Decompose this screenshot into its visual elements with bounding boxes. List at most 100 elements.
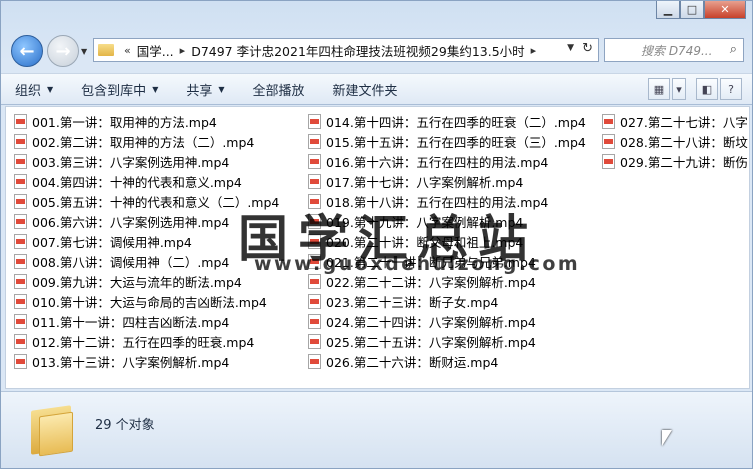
file-item[interactable]: 011.第十一讲：四柱吉凶断法.mp4	[14, 311, 279, 331]
file-name: 026.第二十六讲：断财运.mp4	[326, 354, 499, 370]
video-file-icon	[602, 113, 615, 129]
video-file-icon	[14, 253, 27, 269]
search-input[interactable]: 搜索 D749... ⌕	[604, 38, 744, 62]
mouse-cursor-icon	[662, 430, 672, 446]
explorer-window: ▁ □ ✕ ← → ▼ « 国学... ▸ D7497 李计忠2021年四柱命理…	[0, 0, 753, 469]
file-name: 008.第八讲：调候用神（二）.mp4	[32, 254, 230, 270]
file-name: 007.第七讲：调候用神.mp4	[32, 234, 192, 250]
file-item[interactable]: 012.第十二讲：五行在四季的旺衰.mp4	[14, 331, 279, 351]
view-dropdown-icon[interactable]: ▾	[672, 78, 686, 100]
video-file-icon	[14, 213, 27, 229]
new-folder-button[interactable]: 新建文件夹	[319, 80, 412, 99]
file-item[interactable]: 009.第九讲：大运与流年的断法.mp4	[14, 271, 279, 291]
details-pane: 29 个对象	[1, 391, 752, 468]
file-name: 025.第二十五讲：八字案例解析.mp4	[326, 334, 536, 350]
watermark-url: www.guoxdehuizong.com	[254, 253, 581, 275]
file-item[interactable]: 015.第十五讲：五行在四季的旺衰（三）.mp4	[308, 131, 586, 151]
recent-pages-dropdown-icon[interactable]: ▼	[81, 47, 87, 56]
file-item[interactable]: 025.第二十五讲：八字案例解析.mp4	[308, 331, 586, 351]
file-item[interactable]: 026.第二十六讲：断财运.mp4	[308, 351, 586, 371]
video-file-icon	[308, 173, 321, 189]
caption-buttons: ▁ □ ✕	[656, 1, 746, 19]
chevron-down-icon: ▼	[152, 84, 159, 94]
file-name: 027.第二十七讲：八字	[620, 114, 748, 130]
file-name: 006.第六讲：八字案例选用神.mp4	[32, 214, 230, 230]
file-item[interactable]: 023.第二十三讲：断子女.mp4	[308, 291, 586, 311]
video-file-icon	[14, 153, 27, 169]
close-button[interactable]: ✕	[704, 1, 746, 19]
file-column-3: 027.第二十七讲：八字 028.第二十八讲：断坟 029.第二十九讲：断伤	[602, 111, 748, 171]
address-history-dropdown-icon[interactable]: ▼	[567, 43, 574, 53]
file-item[interactable]: 013.第十三讲：八字案例解析.mp4	[14, 351, 279, 371]
video-file-icon	[308, 133, 321, 149]
address-bar[interactable]: « 国学... ▸ D7497 李计忠2021年四柱命理技法班视频29集约13.…	[93, 38, 599, 62]
chevron-down-icon: ▼	[47, 84, 54, 94]
file-item[interactable]: 024.第二十四讲：八字案例解析.mp4	[308, 311, 586, 331]
video-file-icon	[14, 273, 27, 289]
video-file-icon	[14, 133, 27, 149]
chevron-down-icon: ▼	[218, 84, 225, 94]
view-options-icon[interactable]: ▦	[648, 78, 670, 100]
video-file-icon	[308, 353, 321, 369]
folder-icon	[98, 44, 114, 56]
minimize-button[interactable]: ▁	[656, 1, 680, 19]
command-bar: 组织 ▼ 包含到库中 ▼ 共享 ▼ 全部播放 新建文件夹 ▦ ▾ ◧ ?	[1, 73, 752, 105]
file-name: 024.第二十四讲：八字案例解析.mp4	[326, 314, 536, 330]
view-controls: ▦ ▾ ◧ ?	[648, 78, 742, 100]
file-item[interactable]: 016.第十六讲：五行在四柱的用法.mp4	[308, 151, 586, 171]
share-button[interactable]: 共享 ▼	[172, 80, 238, 99]
organize-label: 组织	[15, 83, 42, 99]
breadcrumb-item-current[interactable]: D7497 李计忠2021年四柱命理技法班视频29集约13.5小时	[191, 41, 524, 60]
folder-icon	[31, 405, 73, 457]
file-name: 003.第三讲：八字案例选用神.mp4	[32, 154, 230, 170]
breadcrumb-item-parent[interactable]: 国学...	[137, 41, 174, 60]
include-in-library-button[interactable]: 包含到库中 ▼	[67, 80, 172, 99]
search-icon[interactable]: ⌕	[730, 42, 737, 57]
file-item[interactable]: 017.第十七讲：八字案例解析.mp4	[308, 171, 586, 191]
video-file-icon	[308, 273, 321, 289]
file-item[interactable]: 001.第一讲：取用神的方法.mp4	[14, 111, 279, 131]
file-item[interactable]: 027.第二十七讲：八字	[602, 111, 748, 131]
file-name: 009.第九讲：大运与流年的断法.mp4	[32, 274, 242, 290]
file-item[interactable]: 004.第四讲：十神的代表和意义.mp4	[14, 171, 279, 191]
file-name: 010.第十讲：大运与命局的吉凶断法.mp4	[32, 294, 267, 310]
maximize-button[interactable]: □	[680, 1, 704, 19]
play-all-button[interactable]: 全部播放	[239, 80, 319, 99]
video-file-icon	[14, 193, 27, 209]
new-folder-label: 新建文件夹	[332, 83, 398, 99]
search-placeholder: 搜索 D749...	[641, 43, 713, 58]
include-label: 包含到库中	[81, 83, 147, 99]
refresh-icon[interactable]: ↻	[582, 41, 593, 56]
file-name: 017.第十七讲：八字案例解析.mp4	[326, 174, 524, 190]
file-name: 029.第二十九讲：断伤	[620, 154, 748, 170]
file-item[interactable]: 028.第二十八讲：断坟	[602, 131, 748, 151]
file-name: 015.第十五讲：五行在四季的旺衰（三）.mp4	[326, 134, 586, 150]
video-file-icon	[308, 293, 321, 309]
forward-button[interactable]: →	[47, 35, 79, 67]
file-name: 004.第四讲：十神的代表和意义.mp4	[32, 174, 242, 190]
preview-pane-icon[interactable]: ◧	[696, 78, 718, 100]
forward-arrow-icon: →	[55, 40, 71, 62]
navigation-bar: ← → ▼ « 国学... ▸ D7497 李计忠2021年四柱命理技法班视频2…	[1, 27, 753, 71]
breadcrumb-overflow[interactable]: «	[124, 44, 131, 57]
breadcrumb-separator-icon[interactable]: ▸	[180, 44, 186, 57]
back-button[interactable]: ←	[11, 35, 43, 67]
breadcrumb-separator-icon[interactable]: ▸	[531, 44, 537, 57]
file-name: 028.第二十八讲：断坟	[620, 134, 748, 150]
file-item[interactable]: 002.第二讲：取用神的方法（二）.mp4	[14, 131, 279, 151]
file-name: 013.第十三讲：八字案例解析.mp4	[32, 354, 230, 370]
file-name: 001.第一讲：取用神的方法.mp4	[32, 114, 217, 130]
file-name: 011.第十一讲：四柱吉凶断法.mp4	[32, 314, 230, 330]
file-item[interactable]: 003.第三讲：八字案例选用神.mp4	[14, 151, 279, 171]
file-item[interactable]: 010.第十讲：大运与命局的吉凶断法.mp4	[14, 291, 279, 311]
video-file-icon	[14, 333, 27, 349]
file-item[interactable]: 029.第二十九讲：断伤	[602, 151, 748, 171]
file-list[interactable]: 001.第一讲：取用神的方法.mp4 002.第二讲：取用神的方法（二）.mp4…	[5, 106, 750, 389]
video-file-icon	[14, 353, 27, 369]
file-name: 012.第十二讲：五行在四季的旺衰.mp4	[32, 334, 255, 350]
file-name: 023.第二十三讲：断子女.mp4	[326, 294, 499, 310]
help-icon[interactable]: ?	[720, 78, 742, 100]
back-arrow-icon: ←	[19, 40, 35, 62]
file-item[interactable]: 014.第十四讲：五行在四季的旺衰（二）.mp4	[308, 111, 586, 131]
organize-button[interactable]: 组织 ▼	[1, 80, 67, 99]
